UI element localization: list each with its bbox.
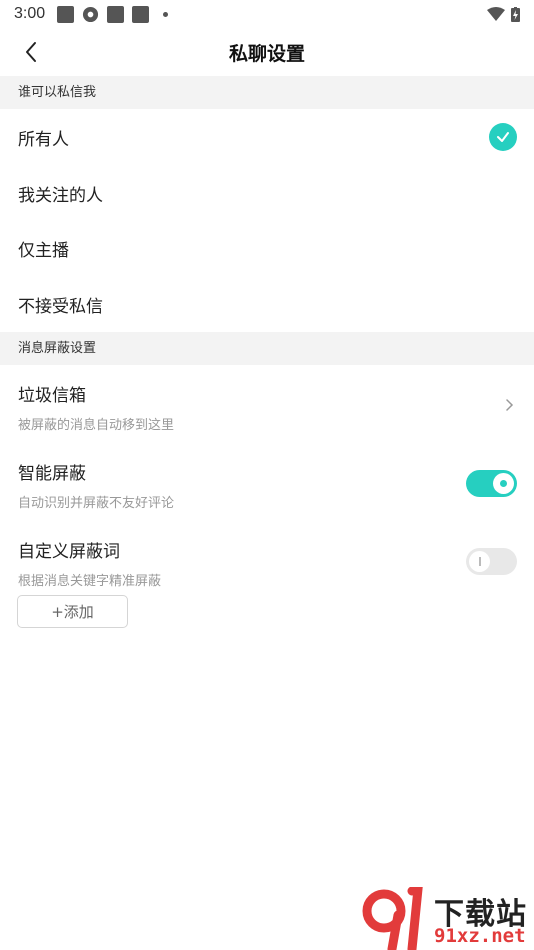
settings-notification-icon: [83, 6, 99, 22]
checkmark-icon: [489, 123, 517, 151]
add-word-button[interactable]: +添加: [17, 595, 128, 628]
notification-icon-3: [132, 5, 150, 23]
toggle-knob: [493, 473, 514, 494]
back-arrow-icon[interactable]: [20, 40, 44, 64]
status-time: 3:00: [14, 5, 46, 22]
battery-icon: [511, 6, 520, 22]
page-title: 私聊设置: [228, 42, 305, 65]
smart-block-toggle[interactable]: [466, 470, 517, 497]
option-label: 所有人: [18, 129, 69, 150]
toggle-knob: [469, 551, 490, 572]
status-bar: 3:00: [0, 0, 534, 28]
option-everyone[interactable]: 所有人: [0, 109, 534, 165]
chevron-right-icon: [506, 399, 514, 411]
smart-block-title: 智能屏蔽: [18, 464, 86, 484]
option-label: 不接受私信: [18, 296, 103, 317]
more-notifications-dot: [163, 11, 169, 17]
option-label: 仅主播: [18, 240, 69, 261]
option-host-only[interactable]: 仅主播: [0, 220, 534, 276]
section-header-block: 消息屏蔽设置: [0, 332, 534, 365]
custom-words-item: 自定义屏蔽词 根据消息关键字精准屏蔽: [0, 537, 534, 589]
custom-words-title: 自定义屏蔽词: [18, 542, 120, 562]
spam-box-title: 垃圾信箱: [18, 386, 86, 406]
option-following[interactable]: 我关注的人: [0, 165, 534, 221]
watermark-url: 91xz.net: [434, 925, 526, 947]
smart-block-subtitle: 自动识别并屏蔽不友好评论: [18, 496, 175, 511]
spam-box-item[interactable]: 垃圾信箱 被屏蔽的消息自动移到这里: [0, 381, 534, 441]
option-label: 我关注的人: [18, 185, 103, 206]
smart-block-item: 智能屏蔽 自动识别并屏蔽不友好评论: [0, 459, 534, 511]
notification-icon-2: [107, 5, 125, 23]
notification-icon: [57, 5, 75, 23]
watermark-logo-icon: [362, 887, 423, 950]
custom-words-toggle[interactable]: [466, 548, 517, 575]
option-no-dm[interactable]: 不接受私信: [0, 276, 534, 332]
spam-box-subtitle: 被屏蔽的消息自动移到这里: [18, 418, 175, 433]
nav-bar: 私聊设置: [0, 28, 534, 76]
wifi-icon: [487, 7, 505, 21]
section-header-who: 谁可以私信我: [0, 76, 534, 109]
site-watermark: 下载站 91xz.net: [362, 887, 534, 950]
custom-words-subtitle: 根据消息关键字精准屏蔽: [18, 574, 162, 589]
